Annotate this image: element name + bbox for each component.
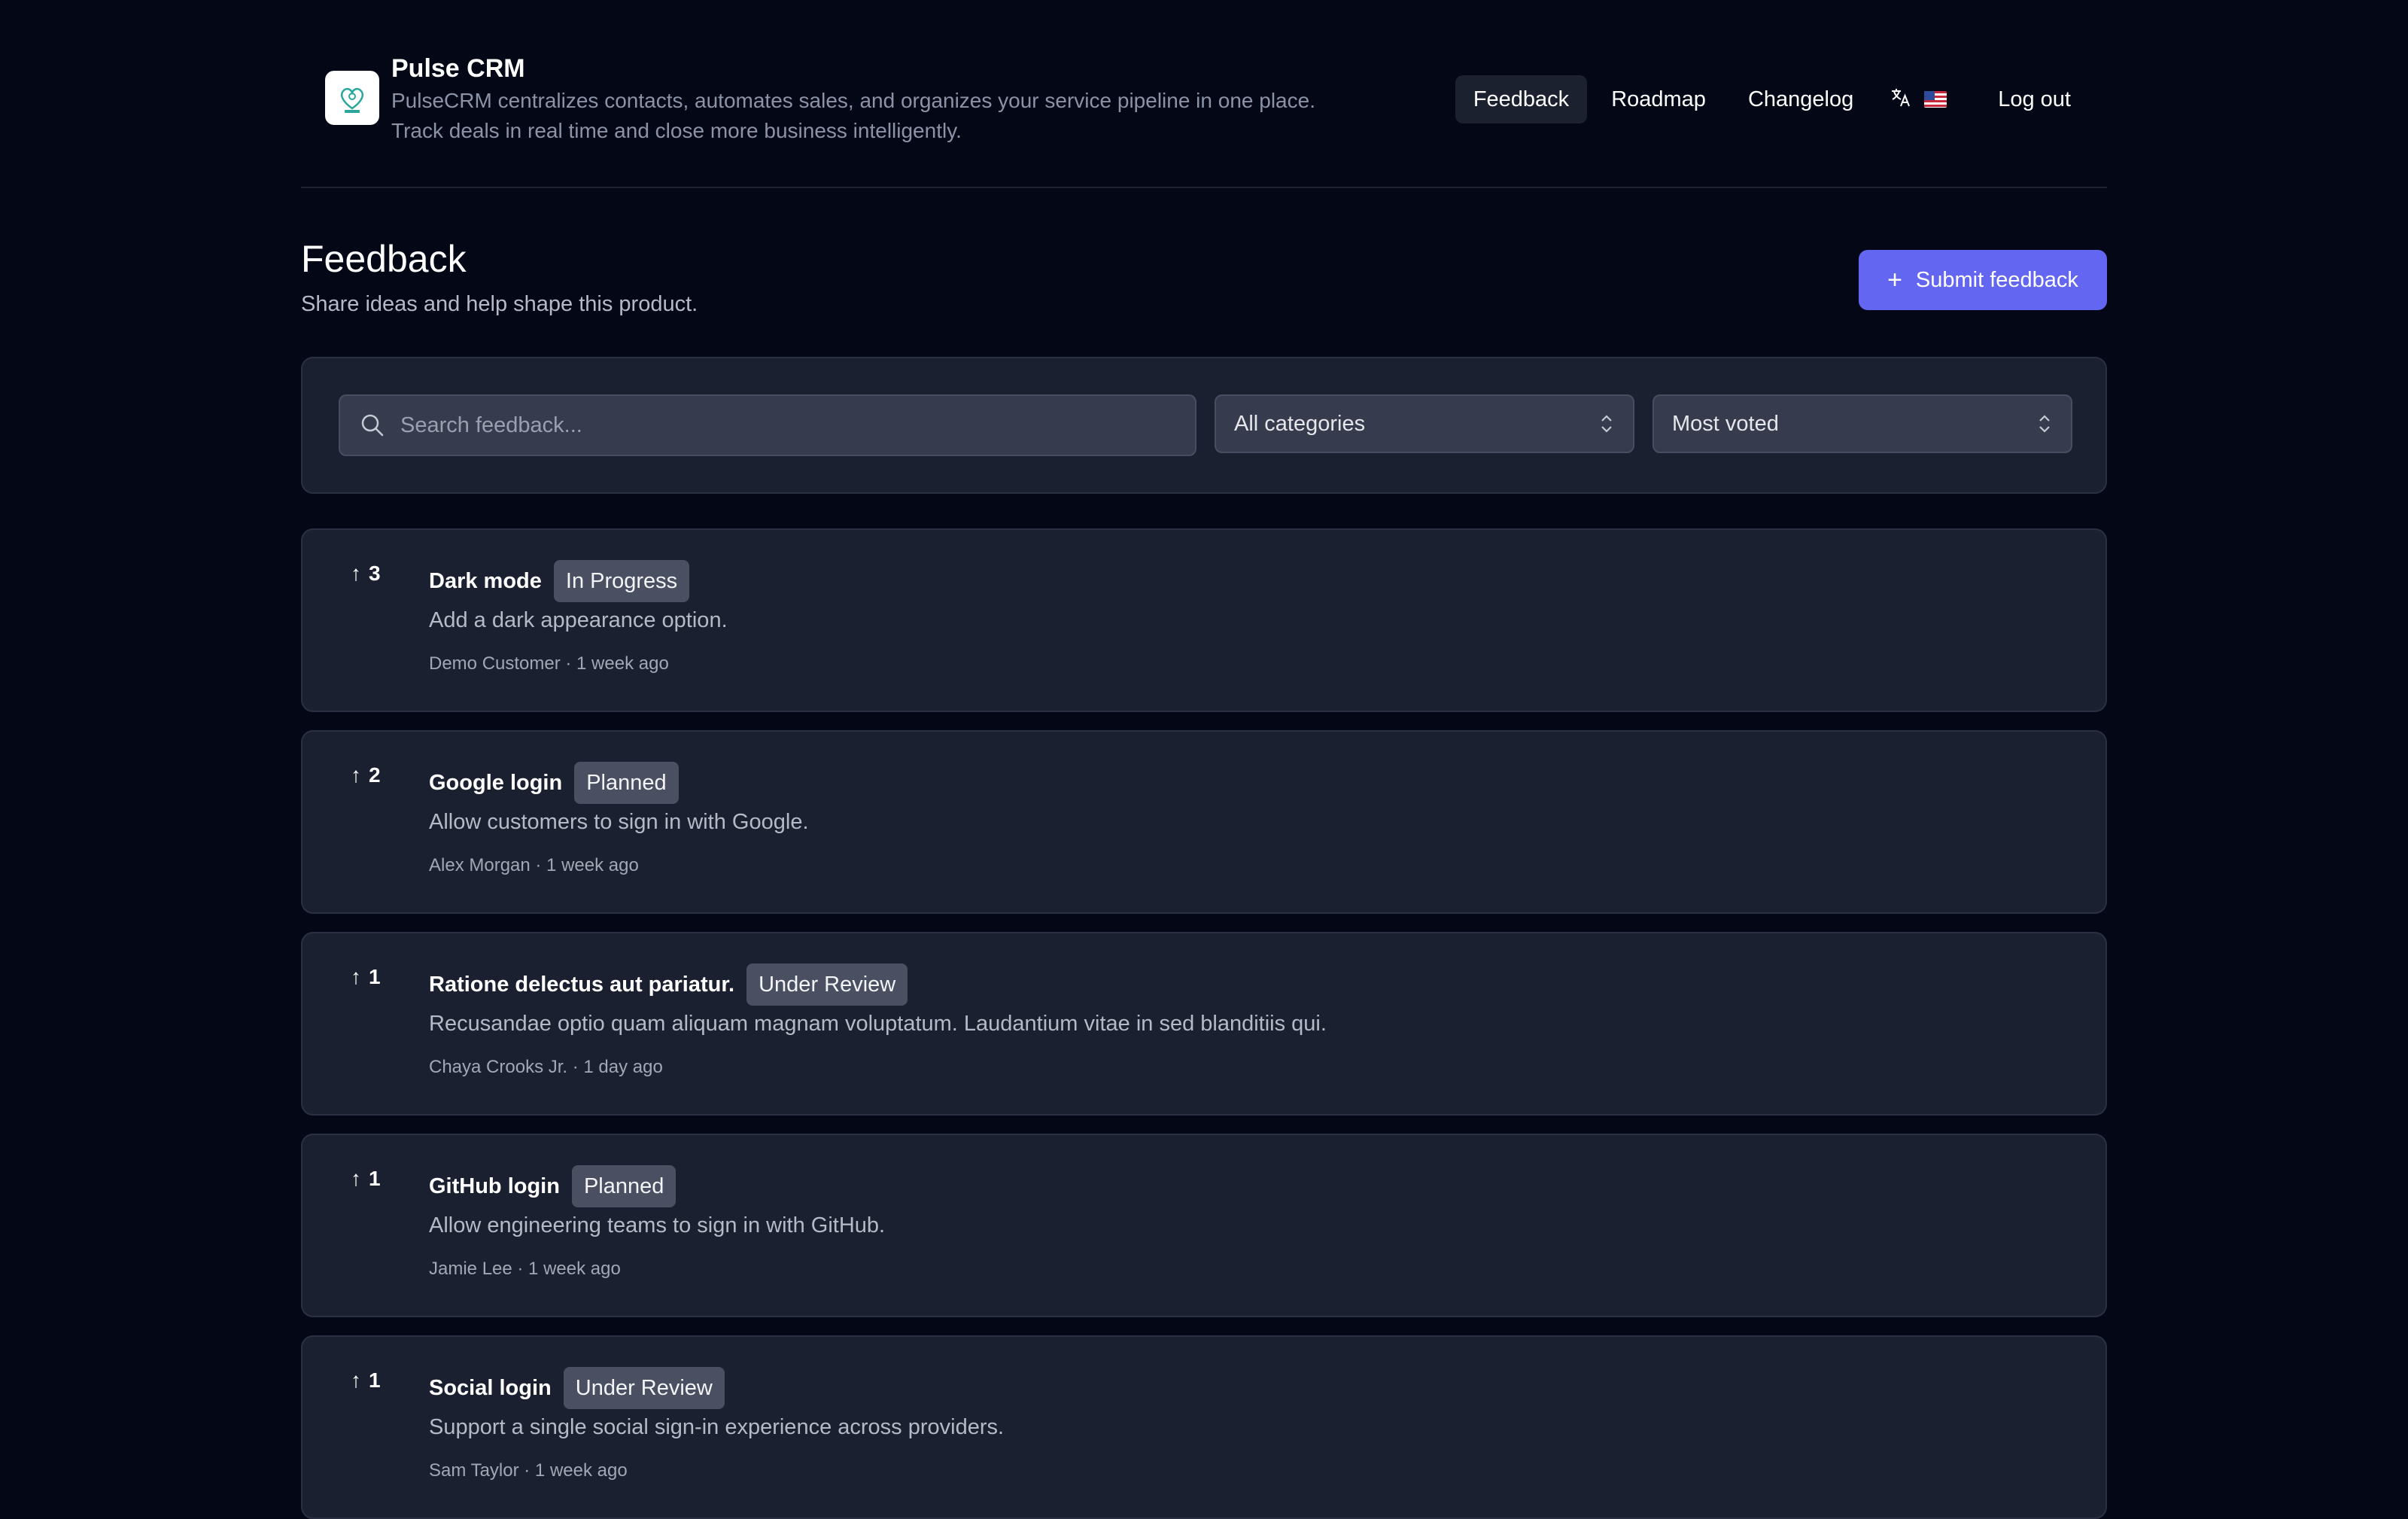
feedback-description: Allow engineering teams to sign in with … bbox=[429, 1213, 886, 1237]
vote-count: 1 bbox=[369, 965, 381, 988]
logout-button[interactable]: Log out bbox=[1980, 75, 2089, 123]
upvote-button[interactable]: ↑ 1 bbox=[351, 1368, 381, 1393]
feedback-meta: Chaya Crooks Jr. · 1 day ago bbox=[429, 1057, 663, 1077]
submit-feedback-button[interactable]: + Submit feedback bbox=[1859, 250, 2107, 310]
feedback-card[interactable]: ↑ 1 GitHub login Planned Allow engineeri… bbox=[301, 1134, 2107, 1317]
language-selector[interactable] bbox=[1890, 75, 1947, 123]
heart-logo-icon bbox=[340, 87, 364, 113]
card-title-row: Social login Under Review bbox=[429, 1367, 725, 1409]
page-subtitle: Share ideas and help shape this product. bbox=[301, 292, 698, 316]
nav-changelog[interactable]: Changelog bbox=[1730, 75, 1871, 123]
upvote-button[interactable]: ↑ 1 bbox=[351, 965, 381, 989]
translate-icon bbox=[1890, 86, 1912, 114]
upvote-button[interactable]: ↑ 2 bbox=[351, 763, 381, 787]
plus-icon: + bbox=[1887, 266, 1902, 294]
feedback-title[interactable]: Google login bbox=[429, 771, 562, 796]
feedback-meta: Demo Customer · 1 week ago bbox=[429, 653, 669, 674]
arrow-up-icon: ↑ bbox=[351, 1368, 361, 1392]
feedback-description: Add a dark appearance option. bbox=[429, 608, 728, 632]
header: Pulse CRM PulseCRM centralizes contacts,… bbox=[301, 0, 2107, 188]
app-description-line-1: PulseCRM centralizes contacts, automates… bbox=[391, 89, 1315, 112]
submit-feedback-label: Submit feedback bbox=[1915, 267, 2078, 292]
vote-count: 1 bbox=[369, 1368, 381, 1392]
card-title-row: GitHub login Planned bbox=[429, 1165, 676, 1207]
feedback-title[interactable]: Social login bbox=[429, 1376, 552, 1401]
card-title-row: Ratione delectus aut pariatur. Under Rev… bbox=[429, 963, 908, 1006]
feedback-meta: Jamie Lee · 1 week ago bbox=[429, 1259, 621, 1279]
category-select-value: All categories bbox=[1234, 411, 1366, 436]
feedback-meta: Alex Morgan · 1 week ago bbox=[429, 855, 639, 875]
title-row: Feedback Share ideas and help shape this… bbox=[301, 188, 2107, 354]
page: Pulse CRM PulseCRM centralizes contacts,… bbox=[301, 0, 2107, 1519]
top-nav: Feedback Roadmap Changelog Log out bbox=[1449, 75, 2089, 123]
feedback-card[interactable]: ↑ 2 Google login Planned Allow customers… bbox=[301, 730, 2107, 914]
category-select[interactable]: All categories bbox=[1215, 394, 1634, 453]
sort-select[interactable]: Most voted bbox=[1652, 394, 2072, 453]
status-badge: Planned bbox=[571, 1165, 676, 1207]
vote-count: 3 bbox=[369, 562, 381, 585]
feedback-meta: Sam Taylor · 1 week ago bbox=[429, 1460, 628, 1481]
vote-count: 1 bbox=[369, 1167, 381, 1190]
app-name: Pulse CRM bbox=[391, 54, 525, 83]
feedback-card[interactable]: ↑ 1 Social login Under Review Support a … bbox=[301, 1335, 2107, 1519]
feedback-description: Recusandae optio quam aliquam magnam vol… bbox=[429, 1012, 1327, 1036]
card-title-row: Dark mode In Progress bbox=[429, 560, 690, 602]
chevron-up-down-icon bbox=[2039, 415, 2050, 433]
feedback-card[interactable]: ↑ 1 Ratione delectus aut pariatur. Under… bbox=[301, 932, 2107, 1116]
upvote-button[interactable]: ↑ 1 bbox=[351, 1167, 381, 1191]
sort-select-value: Most voted bbox=[1672, 411, 1779, 436]
logo bbox=[325, 71, 379, 125]
status-badge: In Progress bbox=[553, 560, 690, 602]
feedback-title[interactable]: Dark mode bbox=[429, 569, 542, 594]
feedback-title[interactable]: GitHub login bbox=[429, 1174, 560, 1199]
app-description-line-2: Track deals in real time and close more … bbox=[391, 119, 962, 142]
filter-bar: All categories Most voted bbox=[301, 357, 2107, 494]
arrow-up-icon: ↑ bbox=[351, 965, 361, 988]
brand[interactable]: Pulse CRM PulseCRM centralizes contacts,… bbox=[325, 51, 1445, 146]
arrow-up-icon: ↑ bbox=[351, 1167, 361, 1190]
feedback-description: Support a single social sign-in experien… bbox=[429, 1415, 1005, 1439]
status-badge: Under Review bbox=[563, 1367, 725, 1409]
arrow-up-icon: ↑ bbox=[351, 562, 361, 585]
search-box[interactable] bbox=[339, 394, 1196, 456]
search-icon bbox=[361, 414, 384, 437]
status-badge: Under Review bbox=[746, 963, 908, 1006]
us-flag-icon bbox=[1924, 91, 1947, 108]
vote-count: 2 bbox=[369, 763, 381, 787]
feedback-description: Allow customers to sign in with Google. bbox=[429, 810, 809, 834]
upvote-button[interactable]: ↑ 3 bbox=[351, 562, 381, 586]
nav-feedback[interactable]: Feedback bbox=[1455, 75, 1588, 123]
card-title-row: Google login Planned bbox=[429, 762, 679, 804]
feedback-card[interactable]: ↑ 3 Dark mode In Progress Add a dark app… bbox=[301, 528, 2107, 712]
page-title: Feedback bbox=[301, 238, 467, 280]
nav-roadmap[interactable]: Roadmap bbox=[1593, 75, 1724, 123]
chevron-up-down-icon bbox=[1601, 415, 1612, 433]
status-badge: Planned bbox=[574, 762, 679, 804]
search-input[interactable] bbox=[399, 412, 1154, 439]
feedback-title[interactable]: Ratione delectus aut pariatur. bbox=[429, 973, 734, 997]
arrow-up-icon: ↑ bbox=[351, 763, 361, 787]
